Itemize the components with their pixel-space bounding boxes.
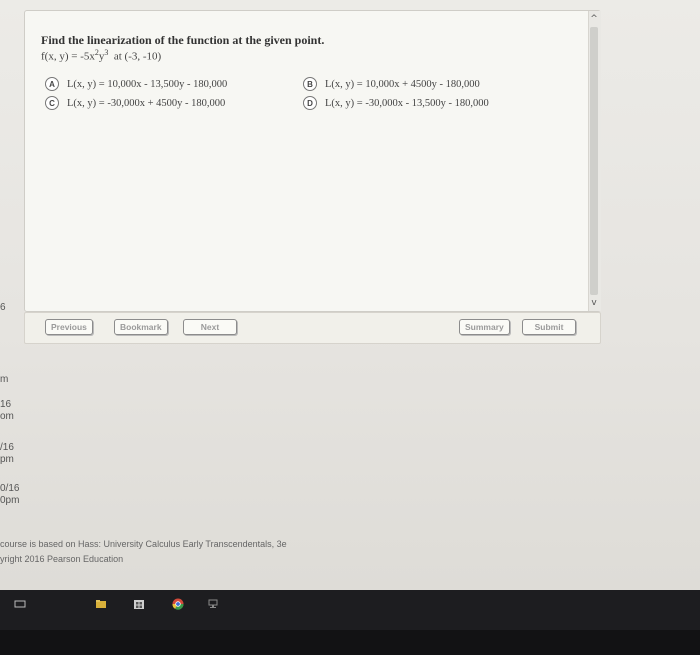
screen: Find the linearization of the function a… [0,0,700,590]
sidebar-fragment-1: m [0,374,9,385]
sidebar-fragment-6: 0/16 [0,483,20,494]
previous-button[interactable]: Previous [45,319,93,335]
function-exponent-2: 3 [104,48,109,57]
choice-c-text: L(x, y) = -30,000x + 4500y - 180,000 [67,97,226,109]
bookmark-button[interactable]: Bookmark [114,319,168,335]
choice-b-radio[interactable]: B [303,77,317,91]
sidebar-fragment-7: 0pm [0,495,20,506]
choice-c[interactable]: C L(x, y) = -30,000x + 4500y - 180,000 [45,96,225,110]
navigation-bar: Previous Bookmark Next Summary Submit [24,312,601,344]
choice-a-radio[interactable]: A [45,77,59,91]
next-button[interactable]: Next [183,319,237,335]
sidebar-fragment-5: pm [0,454,14,465]
left-sidebar-fragment: 6 m 16 om /16 pm 0/16 0pm [0,300,22,520]
sidebar-fragment-0: 6 [0,302,6,313]
store-icon[interactable] [133,598,145,610]
summary-button[interactable]: Summary [459,319,510,335]
choice-d[interactable]: D L(x, y) = -30,000x - 13,500y - 180,000 [303,96,489,110]
choice-d-radio[interactable]: D [303,96,317,110]
function-prefix: f(x, y) = -5x [41,50,95,63]
question-function: f(x, y) = -5x2y3 at (-3, -10) [41,48,161,63]
choice-a[interactable]: A L(x, y) = 10,000x - 13,500y - 180,000 [45,77,227,91]
sidebar-fragment-2: 16 [0,399,12,410]
scroll-up-icon[interactable]: ^ [588,13,600,25]
choice-b[interactable]: B L(x, y) = 10,000x + 4500y - 180,000 [303,77,480,91]
sidebar-fragment-4: /16 [0,442,14,453]
network-icon[interactable] [207,598,219,610]
chrome-icon[interactable] [172,598,184,610]
question-panel: Find the linearization of the function a… [24,10,601,312]
sidebar-fragment-3: om [0,411,14,422]
scroll-down-icon[interactable]: v [588,297,600,309]
submit-button[interactable]: Submit [522,319,576,335]
choice-b-text: L(x, y) = 10,000x + 4500y - 180,000 [325,78,480,90]
footer-course-note: course is based on Hass: University Calc… [0,539,287,549]
file-explorer-icon[interactable] [95,598,107,610]
footer-copyright: yright 2016 Pearson Education [0,554,124,564]
choice-a-text: L(x, y) = 10,000x - 13,500y - 180,000 [67,78,228,90]
scrollbar-thumb[interactable] [590,27,598,295]
choice-d-text: L(x, y) = -30,000x - 13,500y - 180,000 [325,97,489,109]
taskbar-shade [0,630,700,655]
function-point: at (-3, -10) [113,50,162,63]
question-title: Find the linearization of the function a… [41,33,325,47]
task-view-icon[interactable] [14,598,26,610]
choice-c-radio[interactable]: C [45,96,59,110]
taskbar [0,590,700,655]
